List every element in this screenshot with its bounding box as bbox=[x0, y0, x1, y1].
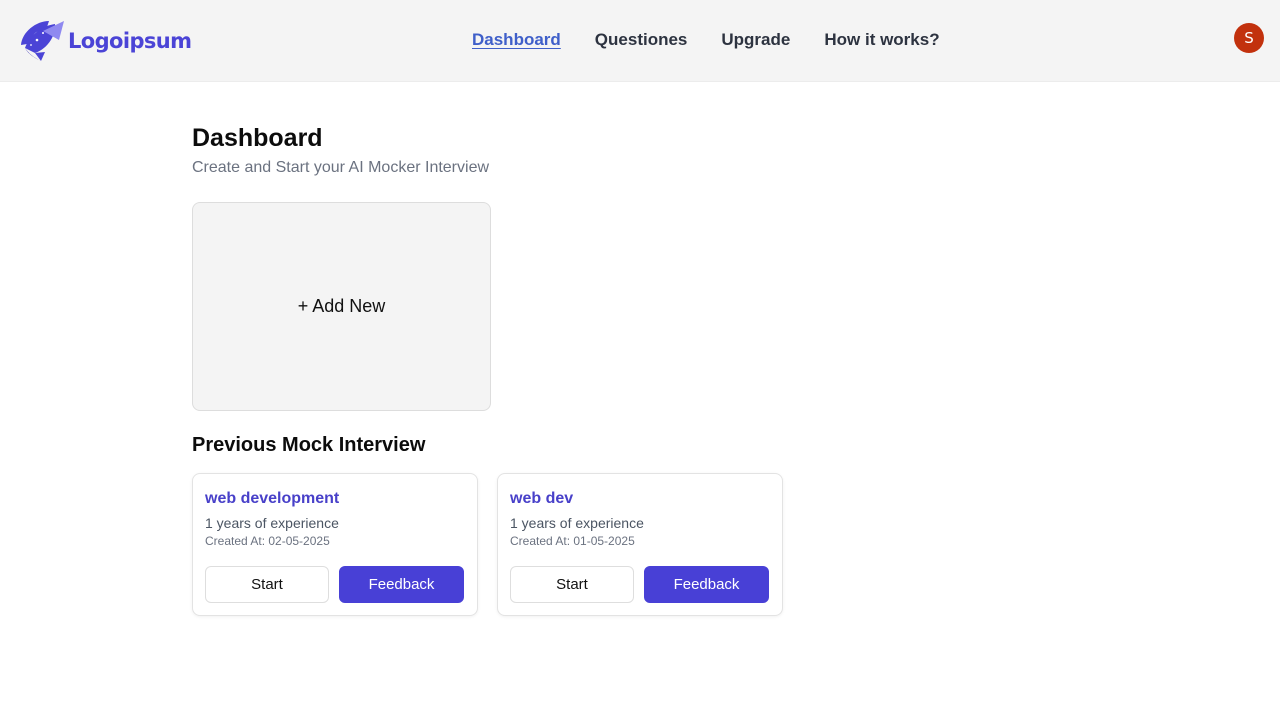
page-subtitle: Create and Start your AI Mocker Intervie… bbox=[192, 159, 490, 176]
top-navbar: Logoipsum Dashboard Questiones Upgrade H… bbox=[0, 0, 1280, 82]
logo-text: Logoipsum bbox=[68, 29, 192, 53]
interview-experience: 1 years of experience bbox=[205, 515, 339, 531]
interview-card: web development 1 years of experience Cr… bbox=[192, 473, 478, 616]
add-new-label: + Add New bbox=[297, 296, 386, 316]
nav-questiones[interactable]: Questiones bbox=[595, 30, 688, 50]
previous-interviews-heading: Previous Mock Interview bbox=[192, 434, 426, 456]
feedback-button[interactable]: Feedback bbox=[339, 566, 464, 603]
interview-created-at: Created At: 02-05-2025 bbox=[205, 534, 330, 548]
rocket-logo-icon bbox=[21, 21, 64, 61]
feedback-button[interactable]: Feedback bbox=[644, 566, 769, 603]
interview-created-at: Created At: 01-05-2025 bbox=[510, 534, 635, 548]
page-title: Dashboard bbox=[192, 124, 323, 152]
add-new-interview-card[interactable]: + Add New bbox=[192, 202, 491, 411]
user-avatar[interactable]: S bbox=[1234, 23, 1264, 53]
main-nav: Dashboard Questiones Upgrade How it work… bbox=[472, 30, 974, 50]
interview-experience: 1 years of experience bbox=[510, 515, 644, 531]
start-button[interactable]: Start bbox=[510, 566, 634, 603]
interview-role: web dev bbox=[510, 490, 574, 507]
interview-card: web dev 1 years of experience Created At… bbox=[497, 473, 783, 616]
nav-upgrade[interactable]: Upgrade bbox=[721, 30, 790, 50]
interview-role: web development bbox=[205, 490, 340, 507]
nav-how-it-works[interactable]: How it works? bbox=[824, 30, 939, 50]
logo[interactable]: Logoipsum bbox=[19, 18, 192, 64]
start-button[interactable]: Start bbox=[205, 566, 329, 603]
nav-dashboard[interactable]: Dashboard bbox=[472, 30, 561, 50]
